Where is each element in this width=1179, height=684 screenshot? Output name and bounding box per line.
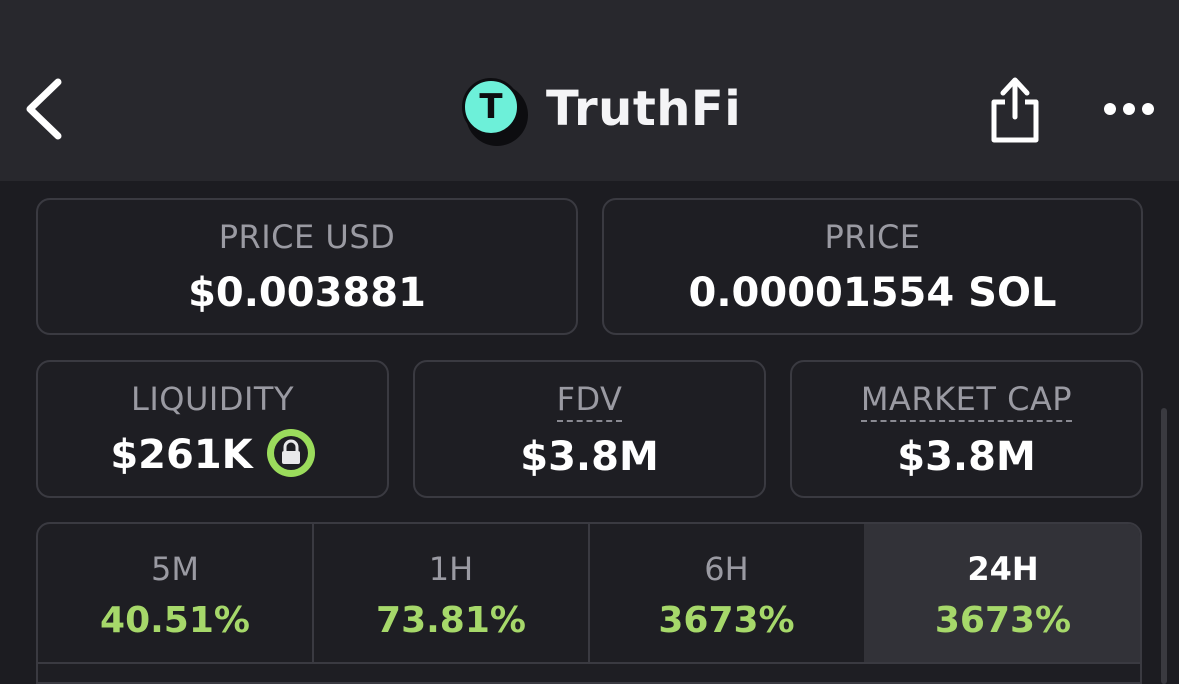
fdv-label[interactable]: FDV: [556, 380, 623, 422]
tabs-bottom-divider: [38, 662, 1140, 664]
tab-24h[interactable]: 24H 3673%: [864, 524, 1140, 662]
more-horizontal-icon: [1104, 103, 1154, 115]
price-change-tabs: 5M 40.51% 1H 73.81% 6H 3673% 24H 3673%: [36, 522, 1142, 684]
token-logo-letter: T: [462, 78, 520, 136]
price-usd-label: PRICE USD: [218, 218, 396, 256]
liquidity-card: LIQUIDITY $261K: [36, 360, 389, 498]
share-button[interactable]: [986, 74, 1044, 146]
price-sol-value: 0.00001554 SOL: [688, 270, 1057, 316]
price-usd-card: PRICE USD $0.003881: [36, 198, 578, 335]
liquidity-lock-badge[interactable]: [266, 429, 315, 477]
fdv-card[interactable]: FDV $3.8M: [413, 360, 766, 498]
tab-24h-label: 24H: [967, 550, 1039, 588]
tab-6h-label: 6H: [704, 550, 749, 588]
tab-5m[interactable]: 5M 40.51%: [38, 524, 312, 662]
page-title: TruthFi: [546, 81, 742, 137]
liquidity-value-row: $261K: [38, 429, 387, 481]
token-logo: T: [462, 78, 528, 146]
more-options-button[interactable]: [1100, 94, 1160, 124]
fdv-value: $3.8M: [520, 434, 659, 480]
fdv-label-row: FDV: [415, 380, 764, 422]
price-sol-card: PRICE 0.00001554 SOL: [602, 198, 1143, 335]
back-button[interactable]: [22, 76, 70, 142]
tab-1h[interactable]: 1H 73.81%: [314, 524, 588, 662]
share-icon: [991, 77, 1039, 143]
token-title: T TruthFi: [462, 74, 742, 146]
tab-24h-change: 3673%: [934, 600, 1072, 641]
tab-6h[interactable]: 6H 3673%: [590, 524, 863, 662]
tab-1h-label: 1H: [428, 550, 474, 588]
top-navigation-bar: T TruthFi: [0, 0, 1179, 181]
tab-5m-label: 5M: [151, 550, 199, 588]
market-cap-label-row: MARKET CAP: [792, 380, 1141, 422]
lock-icon: [281, 439, 300, 464]
price-sol-label: PRICE: [824, 218, 921, 256]
price-usd-value: $0.003881: [188, 270, 426, 316]
tab-5m-change: 40.51%: [100, 600, 250, 641]
liquidity-value: $261K: [110, 432, 253, 478]
chevron-left-icon: [26, 78, 62, 140]
liquidity-label: LIQUIDITY: [131, 380, 294, 418]
tab-1h-change: 73.81%: [376, 600, 526, 641]
tab-6h-change: 3673%: [658, 600, 795, 641]
market-cap-label[interactable]: MARKET CAP: [860, 380, 1073, 422]
market-cap-card[interactable]: MARKET CAP $3.8M: [790, 360, 1143, 498]
scrollbar[interactable]: [1161, 408, 1167, 684]
market-cap-value: $3.8M: [897, 434, 1036, 480]
